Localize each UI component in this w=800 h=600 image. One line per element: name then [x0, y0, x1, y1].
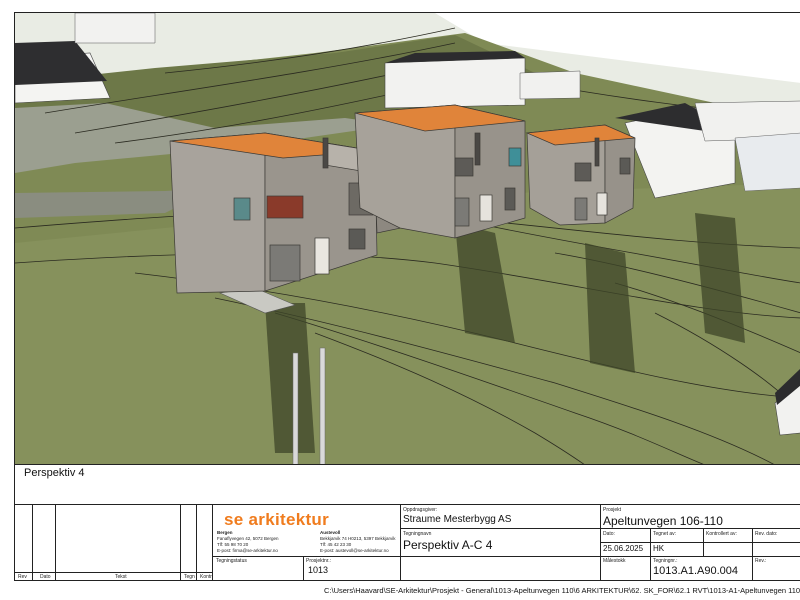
- drawing-caption: Perspektiv 4: [24, 467, 85, 479]
- prosjekt-label: Prosjekt: [603, 507, 622, 513]
- firm-office-austevoll: Austevoll Bekkjarvik 74 H0213, 5397 Bekk…: [320, 530, 396, 553]
- rev-label: Rev.:: [755, 558, 767, 564]
- rev-header-kontr: Kontr: [200, 574, 212, 580]
- prosjektnr-label: Prosjektnr.:: [306, 558, 332, 564]
- rev-header-tegn: Tegn: [184, 574, 195, 580]
- tegningnr-value: 1013.A1.A90.004: [653, 565, 739, 577]
- tegningstatus-label: Tegningstatus: [216, 558, 247, 564]
- rev-header-tekst: Tekst: [115, 574, 127, 580]
- tegningnr-label: Tegningnr.:: [653, 558, 678, 564]
- tegnet-label: Tegnet av:: [653, 531, 677, 537]
- firm-office-bergen: Bergen Fanaflyvegen 42, 5072 Bergen Tlf:…: [217, 530, 279, 553]
- drawing-sheet: Perspektiv 4 Rev Dato Tekst Tegn Kontr s…: [0, 0, 800, 600]
- rev-header-rev: Rev: [18, 574, 27, 580]
- oppdragsgiver-label: Oppdragsgiver:: [403, 507, 438, 513]
- prosjekt-value: Apeltunvegen 106-110: [603, 514, 723, 528]
- file-path: C:\Users\Haavard\SE-Arkitektur\Prosjekt …: [324, 586, 800, 595]
- tegningnavn-label: Tegningnavn: [403, 531, 432, 537]
- dato-label: Dato:: [603, 531, 615, 537]
- tegnet-value: HK: [653, 544, 665, 553]
- dato-value: 25.06.2025: [603, 544, 644, 553]
- prosjektnr-value: 1013: [308, 565, 329, 575]
- malestokk-label: Målestokk: [603, 558, 626, 564]
- oppdragsgiver-value: Straume Mesterbygg AS: [403, 514, 512, 525]
- rev-header-dato: Dato: [40, 574, 51, 580]
- revdato-label: Rev. dato:: [755, 531, 778, 537]
- perspective-render: [14, 12, 800, 464]
- kontrollert-label: Kontrollert av:: [706, 531, 737, 537]
- render-bottom-border: [14, 464, 800, 465]
- firm-logo: se arkitektur: [224, 510, 330, 529]
- tegningnavn-value: Perspektiv A-C 4: [403, 538, 493, 552]
- frame-left: [14, 12, 15, 580]
